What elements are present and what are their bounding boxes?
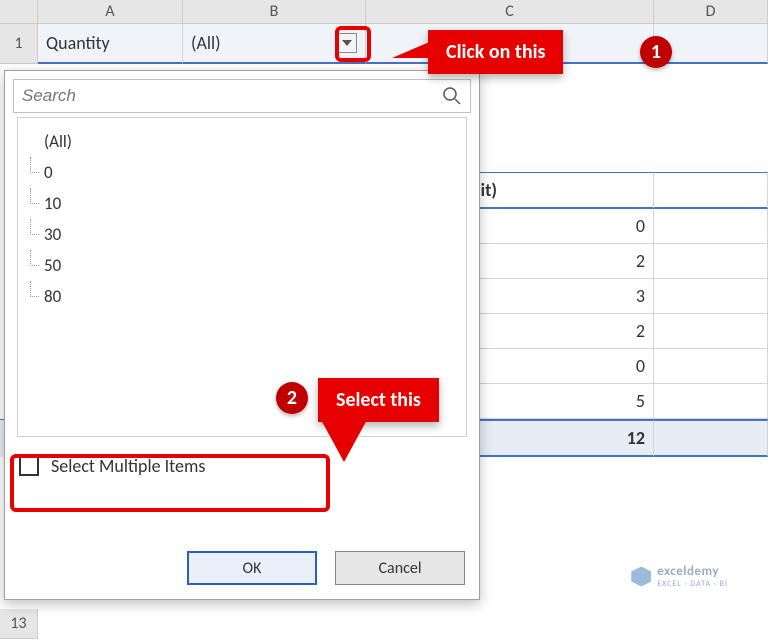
col-A-header[interactable]: A <box>38 0 183 23</box>
cell-d1[interactable] <box>654 24 768 64</box>
watermark-icon <box>631 567 651 587</box>
chevron-down-icon <box>342 39 352 47</box>
select-multiple-checkbox-row[interactable]: Select Multiple Items <box>19 455 465 477</box>
col-C-header[interactable]: C <box>366 0 654 23</box>
select-all-corner[interactable] <box>0 0 38 24</box>
watermark-brand: exceldemy <box>657 564 728 579</box>
row-1-header[interactable]: 1 <box>0 24 38 64</box>
callout-tail-2 <box>320 418 368 462</box>
checkbox-icon[interactable] <box>19 456 39 476</box>
col-D-header[interactable]: D <box>654 0 768 23</box>
filter-dropdown-button[interactable] <box>337 33 357 53</box>
search-icon <box>442 86 462 106</box>
tree-item[interactable]: (All) <box>28 126 456 157</box>
search-box[interactable] <box>13 79 471 113</box>
tree-item[interactable]: 10 <box>28 188 456 219</box>
callout-select-this: Select this <box>318 378 439 422</box>
cell-d-header[interactable] <box>654 172 768 209</box>
cell-d-total[interactable] <box>654 420 768 457</box>
search-input[interactable] <box>22 86 442 106</box>
step-badge-2: 2 <box>276 382 308 414</box>
cell-d[interactable] <box>654 349 768 384</box>
step-badge-1: 1 <box>640 36 672 68</box>
ok-button[interactable]: OK <box>187 551 317 585</box>
cell-d[interactable] <box>654 384 768 419</box>
tree-item[interactable]: 30 <box>28 219 456 250</box>
filter-value-text: (All) <box>191 32 221 54</box>
column-headers: A B C D <box>0 0 768 24</box>
cell-d[interactable] <box>654 244 768 279</box>
filter-label-cell[interactable]: Quantity <box>38 24 183 64</box>
tree-item[interactable]: 80 <box>28 281 456 312</box>
select-multiple-label: Select Multiple Items <box>51 455 205 477</box>
row-13-header[interactable]: 13 <box>0 609 38 639</box>
watermark: exceldemy EXCEL · DATA · BI <box>631 564 728 589</box>
filter-value-cell[interactable]: (All) <box>183 24 366 64</box>
dialog-buttons: OK Cancel <box>187 551 465 585</box>
watermark-tag: EXCEL · DATA · BI <box>657 579 728 589</box>
cell-d[interactable] <box>654 279 768 314</box>
callout-tail-1 <box>392 40 434 58</box>
filter-popup: (All) 0 10 30 50 80 Select Multiple Item… <box>4 70 480 600</box>
cell-d[interactable] <box>654 314 768 349</box>
cell-d[interactable] <box>654 209 768 244</box>
tree-item[interactable]: 50 <box>28 250 456 281</box>
tree-item[interactable]: 0 <box>28 157 456 188</box>
cancel-button[interactable]: Cancel <box>335 551 465 585</box>
callout-click-this: Click on this <box>428 30 563 74</box>
col-B-header[interactable]: B <box>183 0 366 23</box>
row-13-header-area: 13 <box>0 609 38 639</box>
